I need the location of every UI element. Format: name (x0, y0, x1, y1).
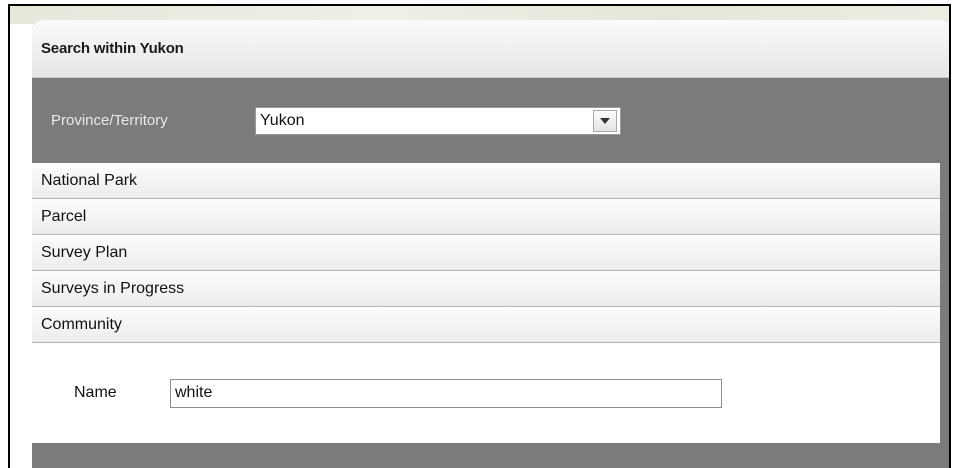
accordion-item-label: Parcel (41, 208, 87, 225)
chevron-down-icon (600, 117, 610, 124)
accordion-item-label: National Park (41, 172, 138, 189)
province-select[interactable]: Yukon (255, 106, 621, 135)
panel-title: Search within Yukon (41, 40, 184, 57)
panel-header[interactable]: Search within Yukon (32, 20, 949, 78)
community-name-input[interactable] (170, 378, 722, 408)
window-frame: Search within Yukon Province/Territory Y… (8, 4, 951, 468)
province-select-value[interactable]: Yukon (256, 108, 593, 134)
accordion-item-national-park[interactable]: National Park (32, 163, 940, 199)
search-panel: Search within Yukon Province/Territory Y… (32, 20, 949, 468)
accordion-item-community[interactable]: Community (32, 307, 940, 343)
accordion-item-surveys-in-progress[interactable]: Surveys in Progress (32, 271, 940, 307)
accordion-item-label: Community (41, 316, 122, 333)
accordion-item-label: Surveys in Progress (41, 280, 185, 297)
province-label: Province/Territory (51, 112, 168, 129)
search-accordion: National Park Parcel Survey Plan Surveys… (32, 163, 940, 443)
province-row: Province/Territory Yukon (32, 78, 949, 163)
community-panel-body: Name (32, 343, 940, 443)
accordion-item-parcel[interactable]: Parcel (32, 199, 940, 235)
name-label: Name (74, 384, 117, 401)
dropdown-button[interactable] (593, 109, 617, 132)
accordion-item-survey-plan[interactable]: Survey Plan (32, 235, 940, 271)
accordion-item-label: Survey Plan (41, 244, 128, 261)
